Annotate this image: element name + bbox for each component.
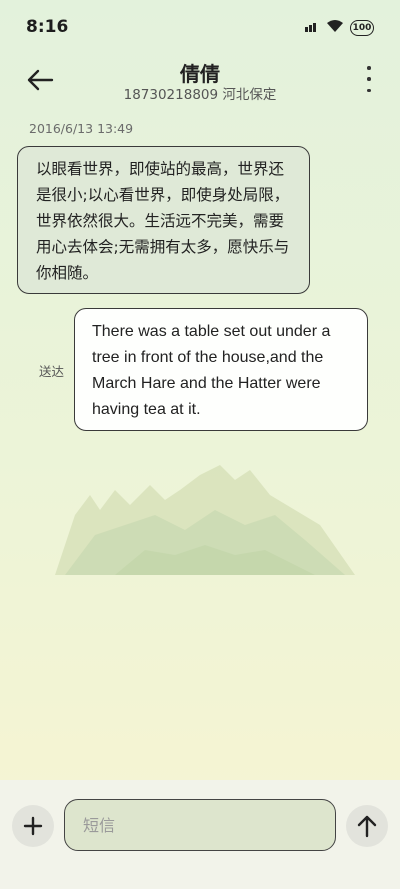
message-input[interactable]	[83, 814, 323, 836]
message-date: 2016/6/13 13:49	[29, 121, 134, 136]
battery-level: 100	[352, 22, 372, 33]
status-bar: 8:16 100	[0, 0, 400, 52]
nfc-icon	[304, 18, 320, 37]
arrow-up-icon	[357, 815, 377, 838]
add-attachment-button[interactable]	[12, 805, 54, 847]
incoming-message-bubble[interactable]: 以眼看世界，即使站的最高，世界还是很小;以心看世界，即使身处局限，世界依然很大。…	[17, 146, 310, 294]
outgoing-message-bubble[interactable]: There was a table set out under a tree i…	[74, 308, 368, 431]
more-vert-icon-dot	[367, 66, 371, 70]
plus-icon	[23, 816, 43, 836]
battery-icon: 100	[350, 19, 374, 36]
delivery-status: 送达	[39, 364, 65, 379]
wifi-icon	[326, 18, 344, 37]
more-vert-icon-dot	[367, 88, 371, 92]
mountain-landscape-decoration	[55, 465, 355, 575]
more-options-button[interactable]	[366, 66, 372, 92]
more-vert-icon-dot	[367, 77, 371, 81]
send-button[interactable]	[346, 805, 388, 847]
contact-number-location: 18730218809 河北保定	[123, 87, 277, 103]
message-input-box[interactable]	[64, 799, 336, 851]
status-time: 8:16	[26, 17, 69, 37]
conversation-header: 倩倩 18730218809 河北保定	[0, 52, 400, 108]
status-icons: 100	[304, 18, 374, 37]
